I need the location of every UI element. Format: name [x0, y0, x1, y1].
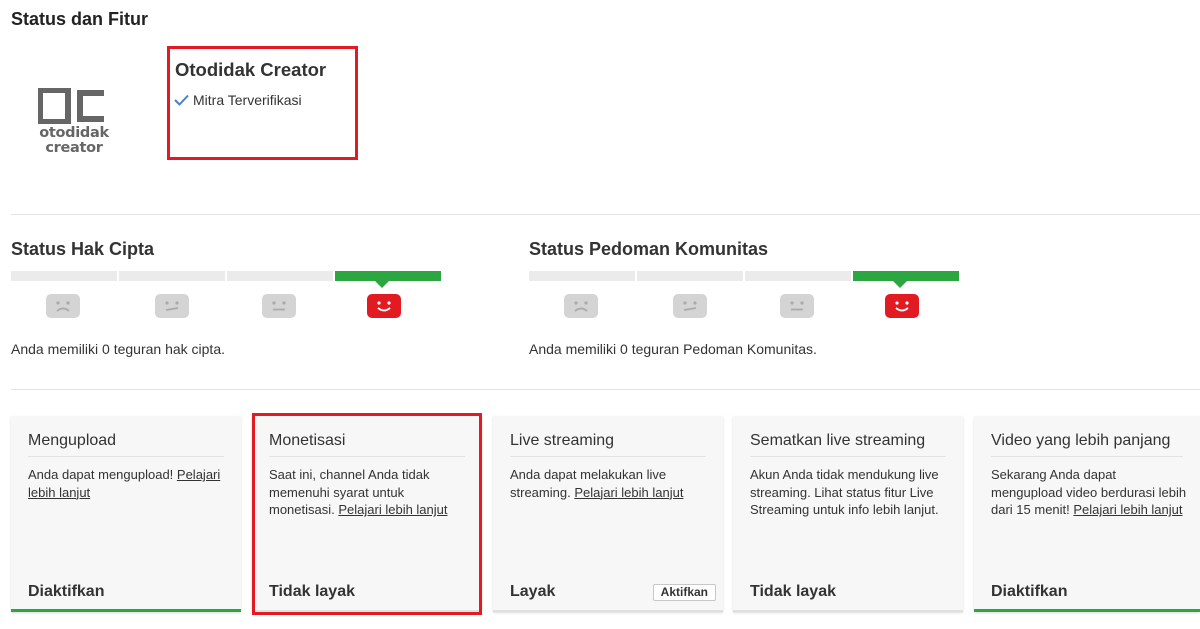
meter-segment-3 [529, 271, 635, 281]
card-status: Tidak layak [750, 583, 836, 600]
card-status: Diaktifkan [991, 583, 1068, 600]
meter-segment-3 [11, 271, 117, 281]
unsure-face-icon [673, 294, 707, 318]
card-description-text: Anda dapat mengupload! [28, 467, 177, 482]
card-description: Anda dapat melakukan live streaming. Pel… [510, 466, 710, 501]
oc-logo-icon [38, 88, 104, 124]
feature-card-longer-videos: Video yang lebih panjang Sekarang Anda d… [974, 416, 1200, 612]
copyright-heading: Status Hak Cipta [11, 239, 155, 259]
page-title: Status dan Fitur [11, 9, 149, 29]
channel-info-highlight: Otodidak Creator Mitra Terverifikasi [167, 46, 358, 160]
meter-pointer [893, 281, 907, 288]
verified-status: Mitra Terverifikasi [174, 92, 302, 108]
card-title: Monetisasi [269, 432, 346, 449]
feature-card-embed-live: Sematkan live streaming Akun Anda tidak … [733, 416, 963, 612]
card-title: Video yang lebih panjang [991, 432, 1171, 449]
card-description: Akun Anda tidak mendukung live streaming… [750, 466, 950, 519]
community-strike-meter [529, 271, 959, 331]
logo-wordmark-bottom: creator [45, 140, 103, 156]
card-status: Diaktifkan [28, 583, 105, 600]
copyright-strike-meter [11, 271, 441, 331]
sad-face-icon [46, 294, 80, 318]
channel-name: Otodidak Creator [175, 59, 327, 80]
neutral-face-icon [262, 294, 296, 318]
card-description: Anda dapat mengupload! Pelajari lebih la… [28, 466, 228, 501]
copyright-summary: Anda memiliki 0 teguran hak cipta. [11, 341, 225, 357]
meter-segment-0-active [853, 271, 959, 281]
sad-face-icon [564, 294, 598, 318]
meter-segment-2 [119, 271, 225, 281]
checkmark-icon [174, 94, 189, 106]
community-summary: Anda memiliki 0 teguran Pedoman Komunita… [529, 341, 817, 357]
divider-middle [11, 389, 1200, 390]
feature-card-upload: Mengupload Anda dapat mengupload! Pelaja… [11, 416, 241, 612]
card-description-text: Akun Anda tidak mendukung live streaming… [750, 467, 939, 517]
enable-button[interactable]: Aktifkan [652, 584, 716, 601]
verified-label: Mitra Terverifikasi [193, 92, 302, 108]
happy-face-icon [367, 294, 401, 318]
logo-wordmark-top: otodidak [39, 125, 109, 141]
card-title: Mengupload [28, 432, 117, 449]
happy-face-icon [885, 294, 919, 318]
card-divider [28, 456, 224, 457]
card-divider [510, 456, 706, 457]
divider-top [11, 214, 1200, 215]
feature-card-monetization: Monetisasi Saat ini, channel Anda tidak … [252, 416, 482, 612]
card-divider [269, 456, 465, 457]
card-status: Layak [510, 583, 556, 600]
channel-logo: otodidak creator [36, 88, 112, 158]
meter-pointer [375, 281, 389, 288]
card-divider [750, 456, 946, 457]
meter-segment-1 [745, 271, 851, 281]
meter-segment-2 [637, 271, 743, 281]
card-description: Sekarang Anda dapat mengupload video ber… [991, 466, 1191, 519]
learn-more-link[interactable]: Pelajari lebih lanjut [338, 502, 447, 517]
learn-more-link[interactable]: Pelajari lebih lanjut [574, 485, 683, 500]
card-divider [991, 456, 1183, 457]
feature-card-live-streaming: Live streaming Anda dapat melakukan live… [493, 416, 723, 612]
card-title: Sematkan live streaming [750, 432, 926, 449]
neutral-face-icon [780, 294, 814, 318]
card-description: Saat ini, channel Anda tidak memenuhi sy… [269, 466, 469, 519]
unsure-face-icon [155, 294, 189, 318]
card-status: Tidak layak [269, 583, 355, 600]
community-heading: Status Pedoman Komunitas [529, 239, 769, 259]
learn-more-link[interactable]: Pelajari lebih lanjut [1073, 502, 1182, 517]
meter-segment-0-active [335, 271, 441, 281]
meter-segment-1 [227, 271, 333, 281]
card-title: Live streaming [510, 432, 615, 449]
